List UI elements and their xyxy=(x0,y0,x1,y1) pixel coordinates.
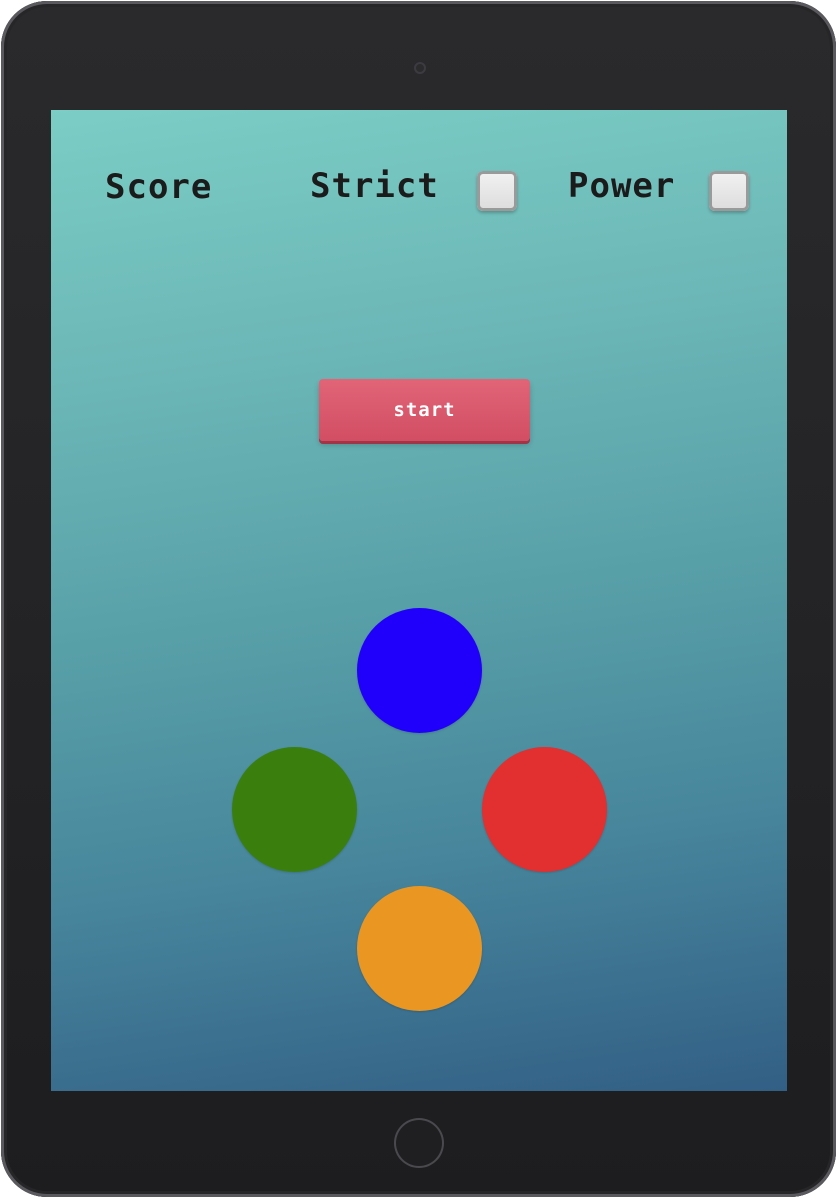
score-label: Score xyxy=(105,167,213,207)
strict-label: Strict xyxy=(310,166,439,206)
tablet-frame: Score Strict Power start xyxy=(1,1,836,1197)
strict-checkbox[interactable] xyxy=(477,171,517,211)
red-pad[interactable] xyxy=(482,747,607,872)
power-label: Power xyxy=(568,166,676,206)
start-button[interactable]: start xyxy=(319,379,530,441)
power-checkbox[interactable] xyxy=(709,171,749,211)
front-camera xyxy=(414,62,426,74)
home-button[interactable] xyxy=(394,1118,444,1168)
green-pad[interactable] xyxy=(232,747,357,872)
orange-pad[interactable] xyxy=(357,886,482,1011)
game-screen: Score Strict Power start xyxy=(51,110,787,1091)
blue-pad[interactable] xyxy=(357,608,482,733)
